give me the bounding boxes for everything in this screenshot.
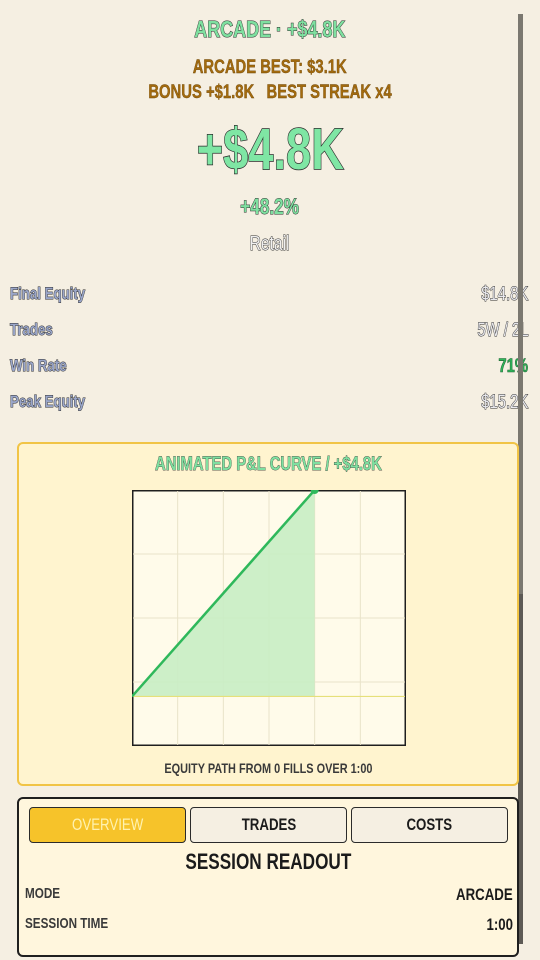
- readout-title-text: SESSION READOUT: [185, 849, 351, 874]
- pnl-percent: +48.2%: [0, 194, 540, 220]
- pnl-big-text: +$4.8K: [196, 116, 344, 183]
- chart-footer: EQUITY PATH FROM 0 FILLS OVER 1:00: [19, 760, 517, 776]
- stat-label: Final Equity: [10, 284, 86, 304]
- chart-title-text: ANIMATED P&L CURVE / +$4.8K: [154, 454, 382, 476]
- bonus-streak-text: BONUS +$1.8K BEST STREAK x4: [148, 82, 392, 103]
- tab-costs[interactable]: COSTS: [351, 807, 508, 843]
- session-readout-panel: OVERVIEW TRADES COSTS SESSION READOUT MO…: [17, 797, 519, 957]
- arcade-best: ARCADE BEST: $3.1K: [0, 57, 540, 79]
- readout-key: MODE: [25, 885, 61, 902]
- stat-trades: Trades 5W / 2L: [10, 320, 529, 344]
- stat-label: Trades: [10, 320, 54, 340]
- readout-row-session-time: SESSION TIME 1:00: [25, 915, 513, 935]
- stat-value: 71%: [498, 356, 528, 378]
- pnl-big: +$4.8K: [0, 116, 540, 183]
- readout-row-mode: MODE ARCADE: [25, 885, 513, 905]
- stat-label: Peak Equity: [10, 392, 86, 412]
- pnl-chart: [132, 490, 406, 746]
- tab-trades[interactable]: TRADES: [190, 807, 347, 843]
- tab-overview[interactable]: OVERVIEW: [29, 807, 186, 843]
- bonus-streak: BONUS +$1.8K BEST STREAK x4: [0, 82, 540, 104]
- stat-final-equity: Final Equity $14.8K: [10, 284, 529, 308]
- session-title-text: ARCADE · +$4.8K: [194, 16, 346, 43]
- chart-title: ANIMATED P&L CURVE / +$4.8K: [19, 454, 517, 476]
- tier-label-text: Retail: [250, 233, 291, 256]
- pnl-chart-panel: ANIMATED P&L CURVE / +$4.8K EQUITY PATH …: [17, 442, 519, 786]
- readout-value: 1:00: [486, 915, 513, 934]
- readout-key: SESSION TIME: [25, 915, 109, 932]
- pnl-percent-text: +48.2%: [240, 194, 300, 220]
- tab-label: OVERVIEW: [71, 815, 144, 834]
- readout-value: ARCADE: [456, 885, 513, 904]
- chart-footer-text: EQUITY PATH FROM 0 FILLS OVER 1:00: [163, 760, 373, 776]
- session-title: ARCADE · +$4.8K: [0, 16, 540, 43]
- stat-win-rate: Win Rate 71%: [10, 356, 529, 380]
- tab-label: COSTS: [406, 815, 453, 834]
- stat-peak-equity: Peak Equity $15.2K: [10, 392, 529, 416]
- stat-label: Win Rate: [10, 356, 67, 376]
- tier-label: Retail: [0, 233, 540, 256]
- readout-title: SESSION READOUT: [19, 849, 517, 875]
- tab-label: TRADES: [241, 815, 296, 834]
- arcade-best-text: ARCADE BEST: $3.1K: [192, 57, 348, 78]
